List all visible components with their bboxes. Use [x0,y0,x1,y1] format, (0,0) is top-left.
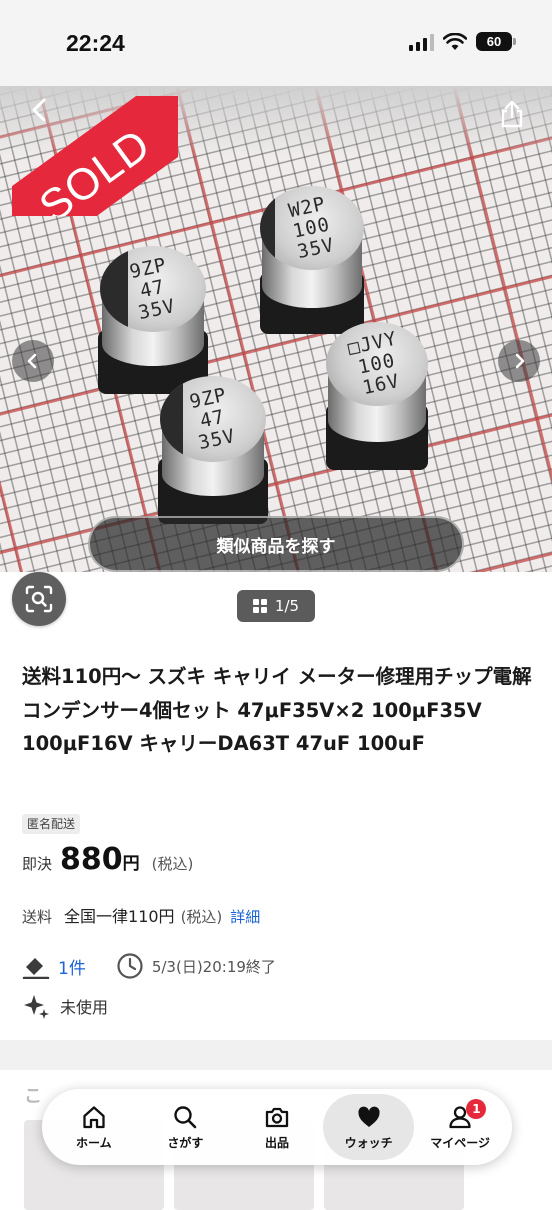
status-bar: 22:24 60 [0,0,552,86]
signal-icon [409,33,434,51]
bid-count-link[interactable]: 1件 [58,954,86,979]
tab-search-label: さがす [167,1135,204,1150]
home-icon [83,1105,105,1128]
capacitor-image: W2P 100 35V [256,186,368,336]
capacitor-image: 9ZP 47 35V [154,376,272,526]
tab-mypage-label: マイページ [430,1135,491,1150]
tab-sell-label: 出品 [264,1135,289,1150]
tab-home[interactable]: ホーム [48,1094,140,1160]
price-unit: 円 [122,854,140,874]
previous-image-button[interactable] [12,340,54,382]
shipping-detail-link[interactable]: 詳細 [230,906,260,927]
shipping-row: 送料 全国一律110円 (税込) 詳細 [22,903,260,927]
back-button[interactable] [22,92,58,128]
price-row: 即決 880 円 (税込) [22,842,193,877]
shipping-value: 全国一律110円 [64,907,175,926]
image-search-button[interactable] [12,572,66,626]
price-value: 880 [60,842,123,877]
item-condition: 未使用 [60,998,109,1017]
price-tax-note: (税込) [151,855,194,873]
status-icons: 60 [409,32,516,51]
capacitor-marking: 9ZP 47 35V [127,253,178,324]
product-photo[interactable]: 9ZP 47 35V W2P 100 35V □JVY 100 16V 9ZP … [0,86,552,572]
camera-icon [265,1107,289,1127]
clock-icon [117,953,143,979]
tab-mypage[interactable]: マイページ 1 [414,1094,506,1160]
image-counter[interactable]: 1/5 [237,590,315,622]
auction-meta-row: 1件 5/3(日)20:19終了 [22,952,276,980]
search-icon [174,1105,197,1128]
share-icon [501,100,523,128]
bottom-tab-bar: ホーム さがす 出品 ウォッチ マイページ 1 [42,1089,512,1165]
end-time: 5/3(日)20:19終了 [151,957,276,976]
heart-icon [357,1106,380,1127]
chevron-left-icon [32,98,46,122]
battery-indicator: 60 [476,32,516,51]
capacitor-marking: □JVY 100 16V [345,327,402,399]
related-section-title: こ [24,1086,42,1107]
sold-label: SOLD [30,119,160,216]
share-button[interactable] [492,94,532,134]
status-time: 22:24 [66,30,125,56]
grid-icon [252,599,267,613]
capacitor-marking: W2P 100 35V [286,192,337,263]
notification-badge: 1 [466,1099,487,1119]
sparkle-icon [24,995,49,1019]
next-image-button[interactable] [498,340,540,382]
chevron-left-icon [27,353,37,369]
chevron-right-icon [515,353,525,369]
capacitor-image: 9ZP 47 35V [94,246,212,396]
tab-watch-label: ウォッチ [344,1135,393,1150]
tab-sell[interactable]: 出品 [231,1094,323,1160]
find-similar-button[interactable]: 類似商品を探す [88,516,464,572]
wifi-icon [443,32,467,50]
shipping-label: 送料 [22,908,53,926]
tab-watch[interactable]: ウォッチ [322,1094,415,1160]
condition-row: 未使用 [22,992,108,1020]
section-divider [0,1040,552,1070]
tab-search[interactable]: さがす [140,1094,232,1160]
product-title: 送料110円〜 スズキ キャリイ メーター修理用チップ電解コンデンサー4個セット… [22,665,532,755]
image-counter-text: 1/5 [274,597,300,615]
capacitor-marking: 9ZP 47 35V [187,383,238,454]
gavel-icon [22,958,50,979]
lens-search-icon [25,585,53,613]
tab-home-label: ホーム [75,1135,112,1150]
buy-now-label: 即決 [22,855,53,873]
shipping-tax-note: (税込) [180,908,223,926]
capacitor-image: □JVY 100 16V [322,322,432,472]
anonymous-shipping-tag: 匿名配送 [22,814,81,834]
